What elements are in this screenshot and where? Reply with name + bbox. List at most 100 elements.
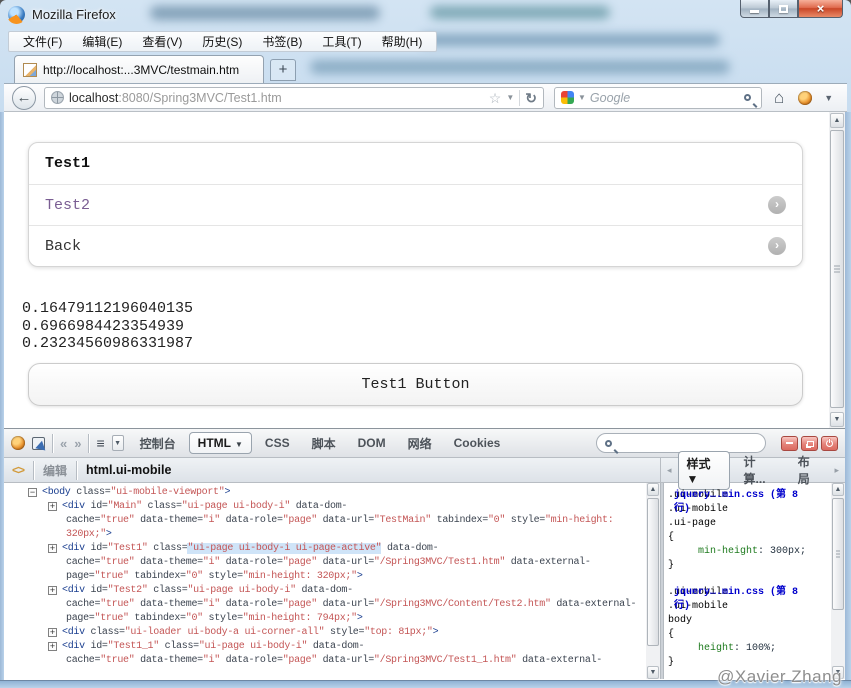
- search-engine-dropdown-icon[interactable]: ▼: [578, 93, 586, 102]
- jqm-listview: Test1 Test2 › Back ›: [28, 142, 803, 267]
- firebug-tab-控制台[interactable]: 控制台: [131, 431, 185, 456]
- tree-expander-expand-icon[interactable]: +: [48, 628, 57, 637]
- menu-item-查看V[interactable]: 查看(V): [132, 31, 192, 52]
- panel-list-icon[interactable]: ≡: [96, 436, 104, 450]
- tree-tag: <div: [62, 641, 85, 652]
- css-file-link[interactable]: jquery….min.css (第 8: [674, 586, 798, 600]
- firebug-tab-网络[interactable]: 网络: [399, 431, 441, 456]
- history-forward-icon[interactable]: »: [74, 437, 81, 450]
- code-brackets-icon[interactable]: <>: [12, 463, 25, 477]
- tree-line[interactable]: 320px;">: [4, 528, 646, 542]
- tree-expander-expand-icon[interactable]: +: [48, 544, 57, 553]
- url-bar[interactable]: localhost:8080/Spring3MVC/Test1.htm ☆ ▼ …: [44, 86, 544, 109]
- tree-line[interactable]: cache="true" data-theme="i" data-role="p…: [4, 654, 646, 668]
- test1-button[interactable]: Test1 Button: [28, 363, 803, 406]
- browser-tab[interactable]: http://localhost:...3MVC/testmain.htm: [14, 55, 264, 83]
- menu-item-帮助H[interactable]: 帮助(H): [372, 31, 433, 52]
- menu-item-历史S[interactable]: 历史(S): [192, 31, 252, 52]
- css-brace: {: [668, 629, 675, 640]
- google-logo-icon[interactable]: [561, 91, 574, 104]
- scrollbar-thumb[interactable]: [647, 498, 659, 646]
- scrollbar-thumb[interactable]: [832, 498, 844, 610]
- tree-expander-collapse-icon[interactable]: −: [28, 488, 37, 497]
- maximize-button[interactable]: [769, 0, 798, 18]
- tree-line[interactable]: + <div id="Test2" class="ui-page ui-body-…: [4, 584, 646, 598]
- breadcrumb[interactable]: html.ui-mobile: [86, 463, 171, 477]
- menu-item-编辑E[interactable]: 编辑(E): [72, 31, 132, 52]
- search-bar[interactable]: ▼ Google: [554, 86, 762, 109]
- scroll-down-icon[interactable]: ▼: [830, 412, 844, 427]
- css-brace: }: [668, 560, 675, 571]
- scroll-up-icon[interactable]: ▲: [647, 483, 659, 496]
- firebug-tab-HTML[interactable]: HTML ▼: [188, 432, 252, 454]
- list-item-label: Test2: [45, 196, 91, 214]
- firebug-minimize-button[interactable]: [781, 435, 798, 451]
- tree-expander-expand-icon[interactable]: +: [48, 502, 57, 511]
- css-style-panel: .ui-mobile jquery….min.css (第 8 .ui-mobile…: [664, 483, 831, 679]
- page-scrollbar[interactable]: ▲ ▼: [829, 112, 845, 428]
- firebug-toolbar-icon[interactable]: [798, 90, 813, 105]
- menu-item-书签B[interactable]: 书签(B): [252, 31, 312, 52]
- html-tree-scrollbar[interactable]: ▲ ▼: [646, 483, 660, 679]
- history-back-icon[interactable]: «: [60, 437, 67, 450]
- url-dropdown-icon[interactable]: ▼: [506, 93, 514, 102]
- firebug-close-button[interactable]: [821, 435, 838, 451]
- firebug-tab-CSS[interactable]: CSS: [256, 432, 299, 454]
- back-button[interactable]: ←: [12, 85, 36, 110]
- firebug-tab-Cookies[interactable]: Cookies: [445, 432, 510, 454]
- scroll-down-icon[interactable]: ▼: [647, 666, 659, 679]
- list-item-test2[interactable]: Test2 ›: [29, 184, 802, 225]
- tree-line[interactable]: + <div id="Test1" class="ui-page ui-body-…: [4, 542, 646, 556]
- firebug-tab-脚本[interactable]: 脚本: [303, 431, 345, 456]
- tree-value: "true": [100, 557, 135, 568]
- tree-line[interactable]: page="true" tabindex="0" style="min-heig…: [4, 570, 646, 584]
- tree-line[interactable]: − <body class="ui-mobile-viewport">: [4, 486, 646, 500]
- tree-expander-expand-icon[interactable]: +: [48, 586, 57, 595]
- tree-line[interactable]: + <div id="Main" class="ui-page ui-body-i…: [4, 500, 646, 514]
- firebug-detach-button[interactable]: [801, 435, 818, 451]
- list-item-back[interactable]: Back ›: [29, 225, 802, 266]
- menu-item-文件F[interactable]: 文件(F): [13, 31, 72, 52]
- tree-line[interactable]: cache="true" data-theme="i" data-role="p…: [4, 514, 646, 528]
- new-tab-button[interactable]: +: [270, 59, 296, 81]
- site-identity-globe-icon[interactable]: [51, 91, 64, 104]
- page-content: Test1 Test2 › Back › 0.16479112196040135…: [4, 112, 845, 428]
- minimize-button[interactable]: [740, 0, 769, 18]
- css-property-value: : 300px;: [758, 546, 807, 557]
- tree-line[interactable]: + <div id="Test1_1" class="ui-page ui-bod…: [4, 640, 646, 654]
- tree-value: "true": [100, 599, 135, 610]
- reload-icon[interactable]: ↻: [525, 91, 537, 105]
- panel-list-dropdown-icon[interactable]: ▼: [111, 435, 124, 451]
- edit-button[interactable]: 编辑: [43, 462, 67, 479]
- tree-attr: id=: [84, 501, 108, 512]
- css-declaration: height: 100%;: [668, 642, 831, 656]
- home-button-icon[interactable]: ⌂: [774, 89, 784, 106]
- bookmark-star-icon[interactable]: ☆: [489, 91, 502, 105]
- tree-line[interactable]: + <div class="ui-loader ui-body-a ui-corn…: [4, 626, 646, 640]
- css-file-link[interactable]: 行): [674, 600, 690, 614]
- scrollbar-thumb[interactable]: [830, 130, 844, 408]
- close-button[interactable]: ×: [798, 0, 843, 18]
- tabs-scroll-left-icon[interactable]: ◂: [667, 465, 672, 476]
- tree-line[interactable]: cache="true" data-theme="i" data-role="p…: [4, 598, 646, 612]
- css-file-link[interactable]: jquery….min.css (第 8: [674, 489, 798, 503]
- search-magnifier-icon[interactable]: [744, 94, 751, 101]
- chevron-down-icon: ▼: [234, 440, 243, 449]
- tree-value: "true": [94, 571, 130, 582]
- scroll-up-icon[interactable]: ▲: [830, 113, 844, 128]
- tree-line[interactable]: cache="true" data-theme="i" data-role="p…: [4, 556, 646, 570]
- css-panel-scrollbar[interactable]: ▲ ▼: [831, 483, 845, 679]
- firebug-tab-DOM[interactable]: DOM: [349, 432, 395, 454]
- css-file-link[interactable]: 行): [674, 503, 690, 517]
- tabs-scroll-right-icon[interactable]: ▸: [834, 465, 839, 476]
- inspect-element-icon[interactable]: [32, 436, 45, 450]
- scroll-up-icon[interactable]: ▲: [832, 483, 844, 496]
- tree-attr: cache=: [66, 655, 101, 666]
- tree-attr: data-theme=: [134, 599, 203, 610]
- tree-line[interactable]: page="true" tabindex="0" style="min-heig…: [4, 612, 646, 626]
- tree-expander-expand-icon[interactable]: +: [48, 642, 57, 651]
- toolbar-overflow-icon[interactable]: ▼: [824, 93, 833, 103]
- firebug-menu-icon[interactable]: [11, 436, 25, 450]
- tab-title: http://localhost:...3MVC/testmain.htm: [43, 62, 240, 77]
- menu-item-工具T[interactable]: 工具(T): [312, 31, 371, 52]
